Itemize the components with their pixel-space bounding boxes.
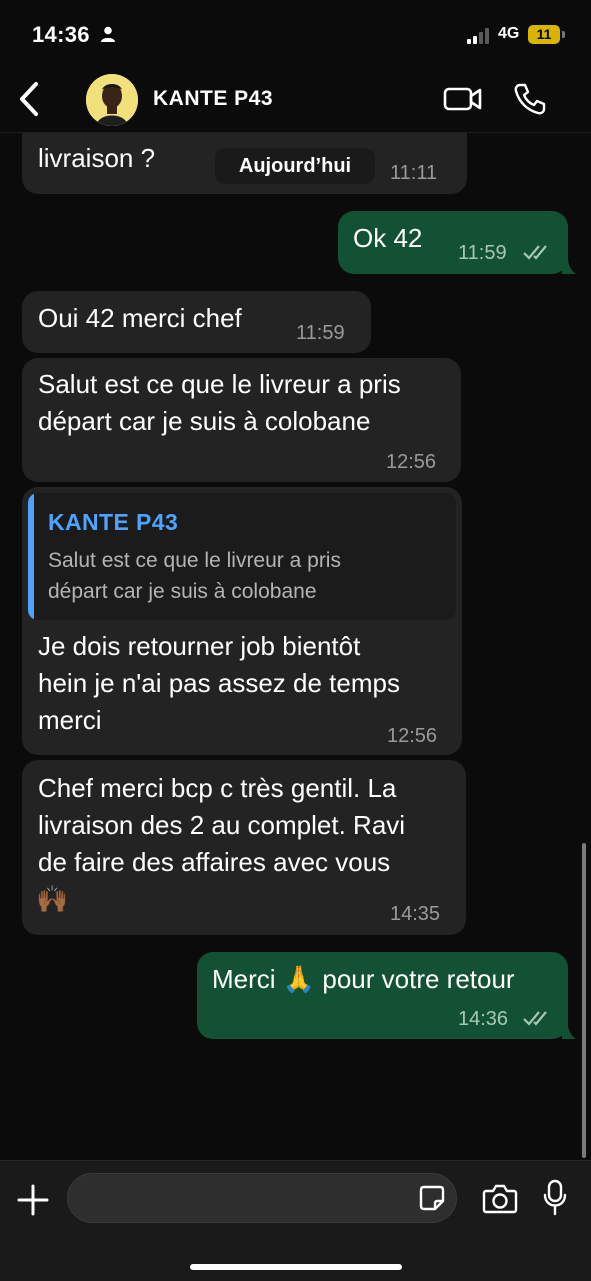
message-input[interactable] (67, 1173, 457, 1223)
plus-icon[interactable] (16, 1183, 50, 1217)
message-text-line: livraison des 2 au complet. Ravi (38, 810, 406, 840)
scrollbar[interactable] (582, 843, 586, 1158)
chat-header: KANTE P43 (0, 70, 591, 133)
message-text: Merci 🙏 pour votre retour (212, 964, 515, 994)
message-incoming[interactable]: Oui 42 merci chef 11:59 (22, 291, 371, 353)
date-separator: Aujourd’hui (215, 148, 375, 184)
quoted-text-line: départ car je suis à colobane (48, 580, 317, 603)
avatar-image (86, 74, 138, 126)
message-text: Ok 42 (353, 223, 423, 253)
double-check-icon (523, 245, 547, 260)
avatar[interactable] (86, 74, 138, 126)
message-time: 14:36 (458, 1008, 509, 1030)
message-text-line: départ car je suis à colobane (38, 406, 371, 436)
bubble-tail (562, 1023, 576, 1039)
microphone-icon[interactable] (542, 1179, 568, 1217)
home-indicator (190, 1264, 402, 1270)
message-outgoing[interactable]: Ok 42 11:59 (338, 211, 568, 274)
phone-icon[interactable] (513, 82, 547, 116)
message-text-line: Salut est ce que le livreur a pris (38, 369, 401, 399)
quoted-sender-name: KANTE P43 (48, 509, 179, 535)
message-text: livraison ? (38, 143, 156, 173)
sticker-icon[interactable] (418, 1184, 446, 1212)
bubble-tail (562, 258, 576, 274)
quoted-message[interactable]: KANTE P43 Salut est ce que le livreur a … (28, 493, 456, 620)
message-time: 11:59 (296, 322, 345, 344)
message-time: 11:11 (390, 162, 438, 184)
signal-strength-icon (467, 28, 489, 44)
message-time: 14:35 (390, 903, 441, 925)
message-text-line: merci (38, 705, 102, 735)
battery-icon: 11 (528, 25, 565, 45)
message-emoji: 🙌🏾 (36, 884, 69, 914)
message-time: 11:59 (458, 242, 507, 264)
camera-icon[interactable] (482, 1183, 518, 1215)
message-text-line: hein je n'ai pas assez de temps (38, 668, 400, 698)
person-icon (101, 26, 115, 42)
contact-name[interactable]: KANTE P43 (153, 87, 273, 111)
message-text: Oui 42 merci chef (38, 303, 242, 333)
double-check-icon (523, 1011, 547, 1026)
message-incoming[interactable]: Chef merci bcp c très gentil. La livrais… (22, 760, 466, 935)
back-button[interactable] (14, 80, 46, 118)
quoted-text-line: Salut est ce que le livreur a pris (48, 549, 341, 572)
message-composer (0, 1160, 591, 1281)
message-text-line: Je dois retourner job bientôt (38, 631, 361, 661)
quote-accent-bar (28, 493, 34, 620)
battery-level: 11 (528, 25, 560, 44)
message-text-line: Chef merci bcp c très gentil. La (38, 773, 397, 803)
message-time: 12:56 (386, 451, 437, 473)
network-type: 4G (498, 25, 520, 42)
video-camera-icon[interactable] (443, 84, 483, 114)
status-bar: 14:36 4G 11 (0, 0, 591, 70)
message-text-line: de faire des affaires avec vous (38, 847, 391, 877)
message-outgoing[interactable]: Merci 🙏 pour votre retour 14:36 (197, 952, 568, 1039)
message-incoming[interactable]: Salut est ce que le livreur a pris dépar… (22, 358, 461, 482)
status-time: 14:36 (32, 22, 90, 47)
message-time: 12:56 (387, 725, 438, 747)
